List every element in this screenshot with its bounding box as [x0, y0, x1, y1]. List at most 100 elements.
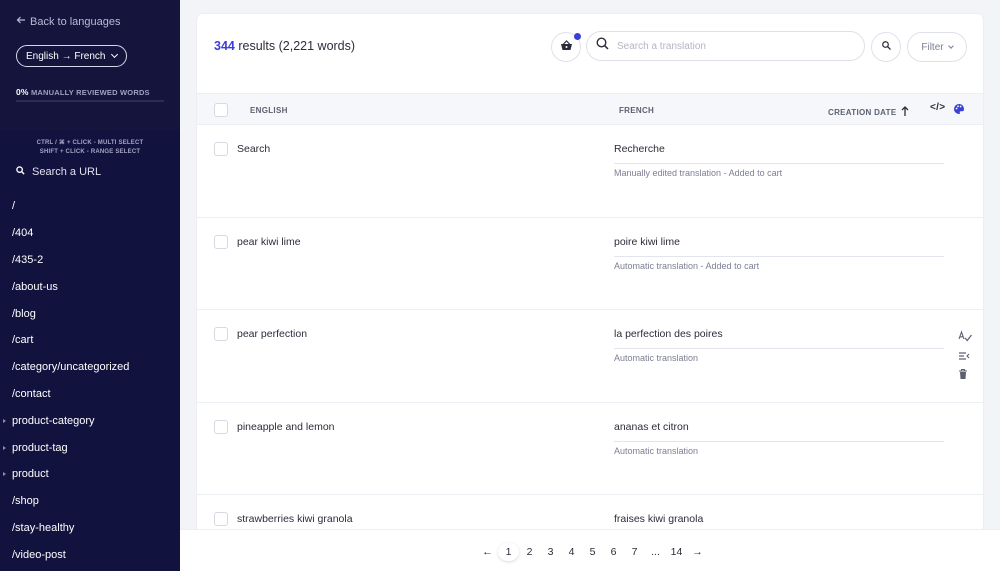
language-pair-dropdown[interactable]: English → French	[16, 45, 128, 67]
hint-multi-select: CTRL / ⌘ + CLICK - MULTI SELECT	[36, 140, 144, 146]
translation-status: Automatic translation	[614, 353, 699, 363]
sidebar-url-label: /video-post	[12, 548, 66, 561]
cart-notification-dot	[574, 33, 581, 40]
translation-field[interactable]: Recherche	[614, 143, 944, 164]
sidebar-url-label: /stay-healthy	[12, 521, 75, 534]
caret-right-icon	[3, 472, 6, 477]
column-header-source: ENGLISH	[250, 106, 288, 115]
sidebar-url-label: product	[12, 468, 49, 481]
column-header-date: CREATION DATE	[828, 107, 897, 117]
sidebar-url-label: /435-2	[12, 253, 44, 266]
spellcheck-icon[interactable]	[958, 329, 972, 342]
sidebar-url-item[interactable]: /	[0, 193, 180, 220]
pagination-ellipsis[interactable]: ...	[645, 543, 666, 561]
sidebar-url-label: /category/uncategorized	[12, 361, 130, 374]
cart-button[interactable]	[551, 32, 581, 62]
translation-status: Automatic translation - Added to cart	[614, 260, 760, 271]
sidebar-url-item[interactable]: /435-2	[0, 247, 180, 274]
sidebar-url-item[interactable]: product-category	[0, 407, 180, 434]
row-checkbox[interactable]	[214, 327, 228, 341]
arrow-up-icon	[901, 106, 909, 118]
page-button[interactable]: 4	[561, 543, 582, 561]
chevron-down-icon	[111, 50, 119, 59]
trash-icon[interactable]	[958, 367, 972, 380]
search-translation-field[interactable]	[586, 31, 865, 61]
prev-page-button[interactable]: ←	[477, 543, 498, 561]
sidebar-url-item[interactable]: /contact	[0, 381, 180, 408]
search-icon	[596, 37, 609, 55]
sidebar-url-item[interactable]: /404	[0, 220, 180, 247]
next-page-button[interactable]: →	[687, 543, 708, 561]
search-replace-icon	[881, 38, 892, 56]
results-summary: 344 results (2,221 words)	[214, 39, 355, 53]
chevron-down-icon	[947, 43, 954, 49]
pagination: ← 1 2 3 4 5 6 7... 14 →	[477, 543, 708, 561]
sidebar-url-item[interactable]: /about-us	[0, 273, 180, 300]
translation-field[interactable]: poire kiwi lime	[614, 236, 944, 257]
sidebar-url-item[interactable]: /cart	[0, 327, 180, 354]
language-pair-label: English → French	[26, 50, 106, 62]
translation-field[interactable]: ananas et citron	[614, 421, 944, 442]
sidebar-url-item[interactable]: /category/uncategorized	[0, 354, 180, 381]
select-all-checkbox[interactable]	[214, 103, 228, 117]
sidebar-url-label: product-category	[12, 414, 95, 427]
sidebar-url-item[interactable]: product-tag	[0, 434, 180, 461]
search-icon	[16, 166, 25, 178]
filter-dropdown[interactable]: Filter	[907, 32, 967, 62]
table-header: ENGLISH FRENCH CREATION DATE </>	[197, 93, 983, 125]
list-detail-icon[interactable]	[958, 348, 972, 361]
results-count: 344	[214, 39, 235, 53]
table-row: pear kiwi lime poire kiwi lime Automatic…	[197, 218, 983, 310]
page-button[interactable]: 14	[666, 543, 687, 561]
page-button[interactable]: 3	[540, 543, 561, 561]
sidebar-url-label: /contact	[12, 387, 51, 400]
source-text: Search	[237, 143, 271, 155]
source-text: pear perfection	[237, 328, 308, 340]
hint-range-select: SHIFT + CLICK - RANGE SELECT	[39, 149, 141, 155]
sidebar-url-label: /blog	[12, 307, 36, 320]
sidebar-url-item[interactable]: /blog	[0, 300, 180, 327]
search-url-button[interactable]: Search a URL	[16, 166, 101, 178]
row-checkbox[interactable]	[214, 419, 228, 434]
caret-right-icon	[3, 445, 6, 450]
sort-by-creation-date[interactable]: CREATION DATE	[828, 106, 909, 118]
review-caption: MANUALLY REVIEWED WORDS	[30, 88, 150, 97]
palette-icon[interactable]	[953, 103, 965, 117]
pagination-bar: ← 1 2 3 4 5 6 7... 14 →	[180, 529, 1000, 571]
results-suffix: results (2,221 words)	[234, 39, 356, 53]
source-text: pineapple and lemon	[237, 420, 335, 433]
page-button[interactable]: 6	[603, 543, 624, 561]
row-checkbox[interactable]	[214, 234, 228, 249]
source-text: strawberries kiwi granola	[237, 513, 353, 525]
code-view-toggle[interactable]: </>	[930, 102, 945, 113]
sidebar-url-label: /about-us	[12, 280, 58, 293]
url-list: / /404/435-2/about-us/blog/cart/category/…	[0, 193, 180, 568]
sidebar-url-label: /cart	[12, 334, 34, 347]
basket-icon	[560, 38, 573, 56]
table-row: pear perfection la perfection des poires…	[197, 310, 983, 403]
page-button[interactable]: 1	[498, 543, 519, 561]
page-button[interactable]: 2	[519, 543, 540, 561]
search-replace-button[interactable]	[871, 32, 901, 62]
translations-panel: 344 results (2,221 words) Filter ENGLISH…	[197, 14, 983, 571]
sidebar-url-item[interactable]: /video-post	[0, 541, 180, 568]
sidebar-url-item[interactable]: /stay-healthy	[0, 515, 180, 542]
sidebar-url-label: product-tag	[12, 441, 68, 454]
back-to-languages-link[interactable]: Back to languages	[16, 15, 121, 28]
translation-field[interactable]: la perfection des poires	[614, 328, 944, 349]
sidebar-header: Back to languages English → French 0% MA…	[0, 0, 180, 130]
source-text: pear kiwi lime	[237, 235, 301, 248]
translation-status: Manually edited translation - Added to c…	[614, 168, 783, 178]
row-checkbox[interactable]	[214, 142, 228, 156]
search-translation-input[interactable]	[617, 40, 847, 52]
sidebar-url-label: /	[12, 200, 16, 213]
sidebar-url-item[interactable]: product	[0, 461, 180, 488]
back-to-languages-label: Back to languages	[30, 15, 121, 28]
sidebar-url-item[interactable]: /shop	[0, 488, 180, 515]
page-button[interactable]: 5	[582, 543, 603, 561]
sidebar-url-label: /shop	[12, 495, 39, 508]
row-checkbox[interactable]	[214, 512, 228, 526]
review-progress-label: 0% MANUALLY REVIEWED WORDS	[16, 87, 150, 97]
page-button[interactable]: 7	[624, 543, 645, 561]
table-row: pineapple and lemon ananas et citron Aut…	[197, 403, 983, 495]
